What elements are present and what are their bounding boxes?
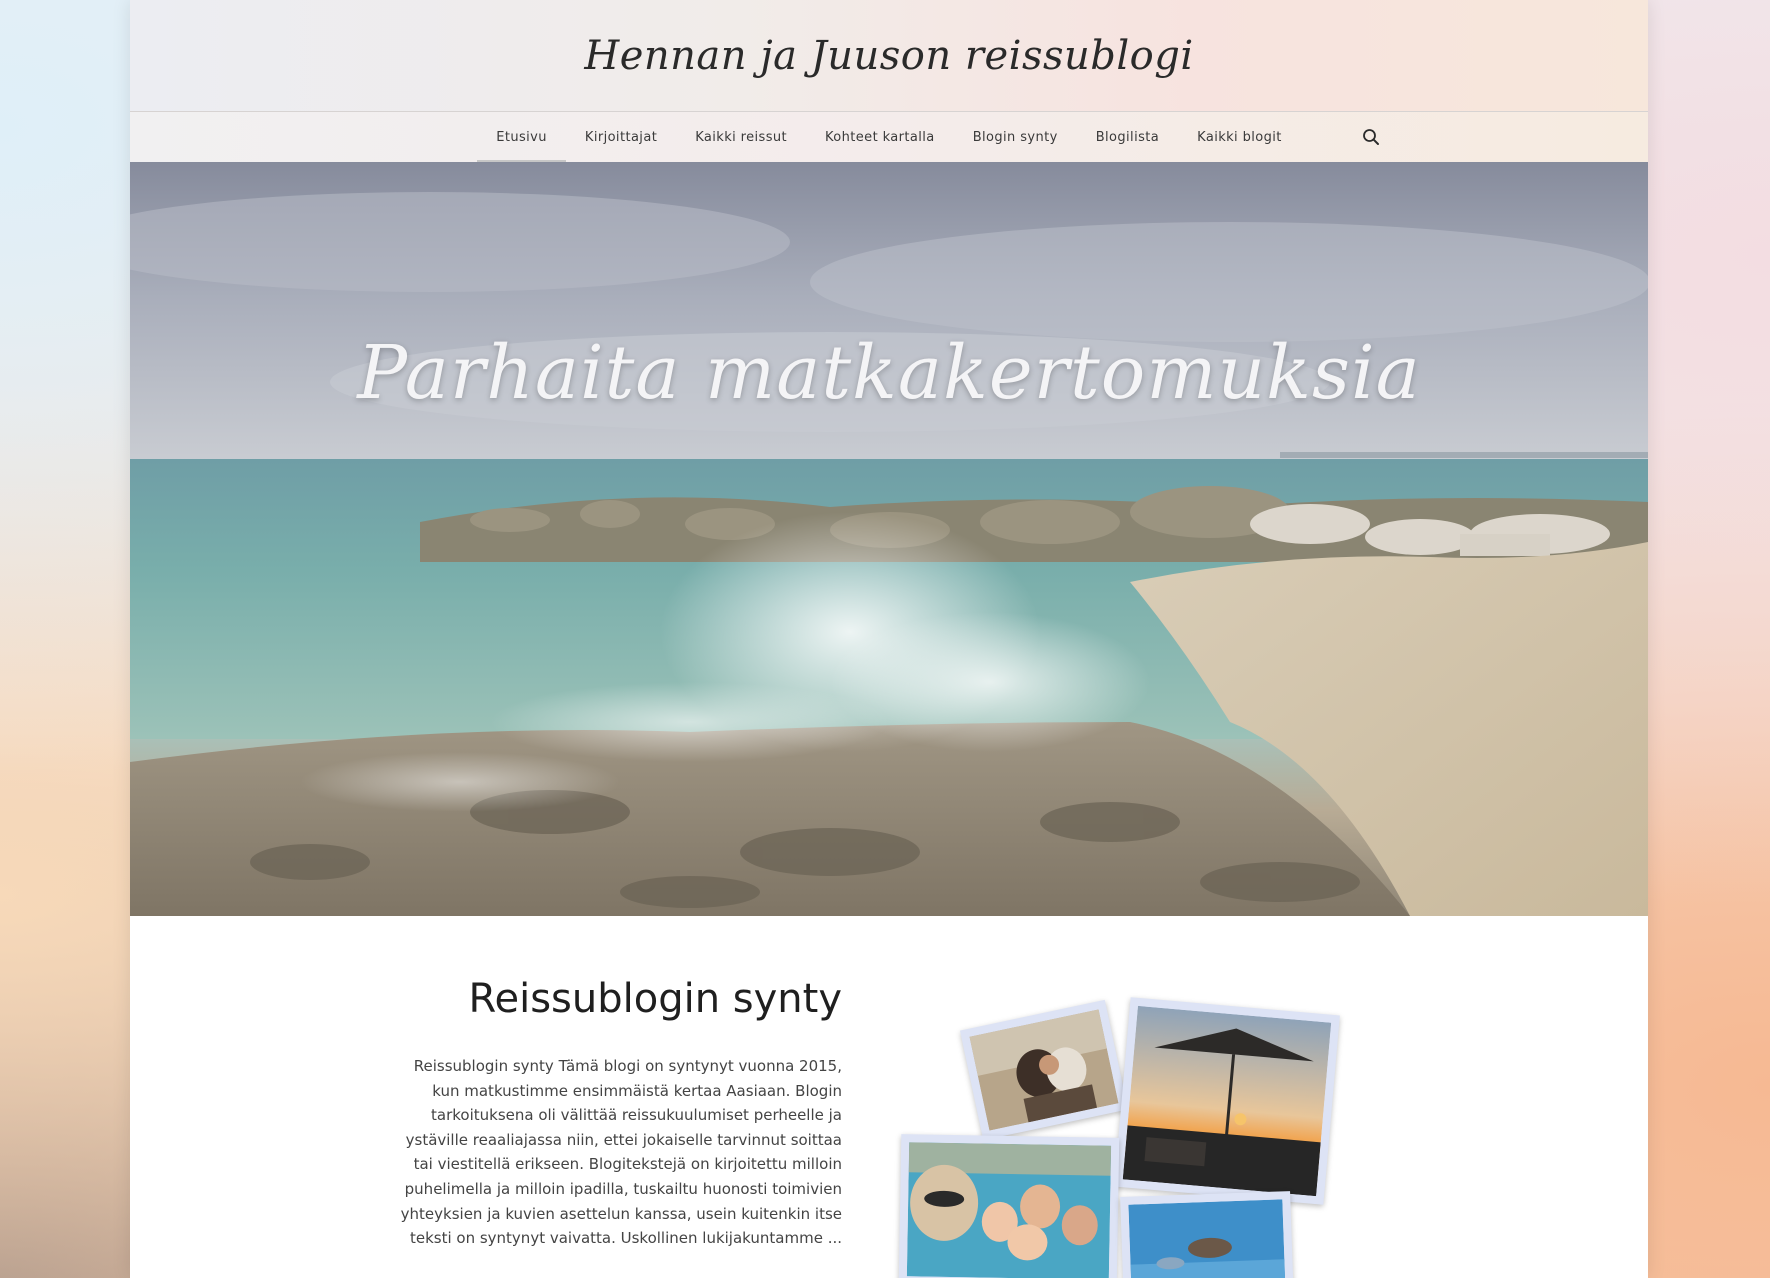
nav-item-blogin-synty[interactable]: Blogin synty <box>954 112 1077 162</box>
hero-banner: Parhaita matkakertomuksia <box>130 162 1648 916</box>
nav-item-blogilista[interactable]: Blogilista <box>1077 112 1178 162</box>
site-title[interactable]: Hennan ja Juuson reissublogi <box>584 33 1193 79</box>
nav-item-kaikki-blogit[interactable]: Kaikki blogit <box>1178 112 1301 162</box>
intro-section: Reissublogin synty Reissublogin synty Tä… <box>130 916 1648 1278</box>
nav-item-kaikki-reissut[interactable]: Kaikki reissut <box>676 112 806 162</box>
intro-text-column: Reissublogin synty Reissublogin synty Tä… <box>400 976 842 1251</box>
site-header: Hennan ja Juuson reissublogi <box>130 0 1648 112</box>
main-nav: Etusivu Kirjoittajat Kaikki reissut Koht… <box>130 112 1648 162</box>
photo-sunset-umbrella[interactable] <box>1114 997 1340 1205</box>
photo-underwater[interactable] <box>1120 1191 1294 1278</box>
search-icon[interactable] <box>1360 126 1382 148</box>
photo-family-pool[interactable] <box>898 1134 1120 1278</box>
nav-item-kohteet-kartalla[interactable]: Kohteet kartalla <box>806 112 954 162</box>
beach-scene-image <box>130 162 1648 916</box>
nav-item-etusivu[interactable]: Etusivu <box>477 112 566 162</box>
photo-collage <box>898 996 1370 1278</box>
section-body: Reissublogin synty Tämä blogi on syntyny… <box>400 1057 842 1248</box>
nav-item-kirjoittajat[interactable]: Kirjoittajat <box>566 112 676 162</box>
section-title[interactable]: Reissublogin synty <box>400 976 842 1022</box>
hero-title: Parhaita matkakertomuksia <box>357 330 1421 416</box>
nav-items: Etusivu Kirjoittajat Kaikki reissut Koht… <box>477 112 1301 162</box>
photo-couple[interactable] <box>959 999 1129 1141</box>
page: Hennan ja Juuson reissublogi Etusivu Kir… <box>130 0 1648 1278</box>
